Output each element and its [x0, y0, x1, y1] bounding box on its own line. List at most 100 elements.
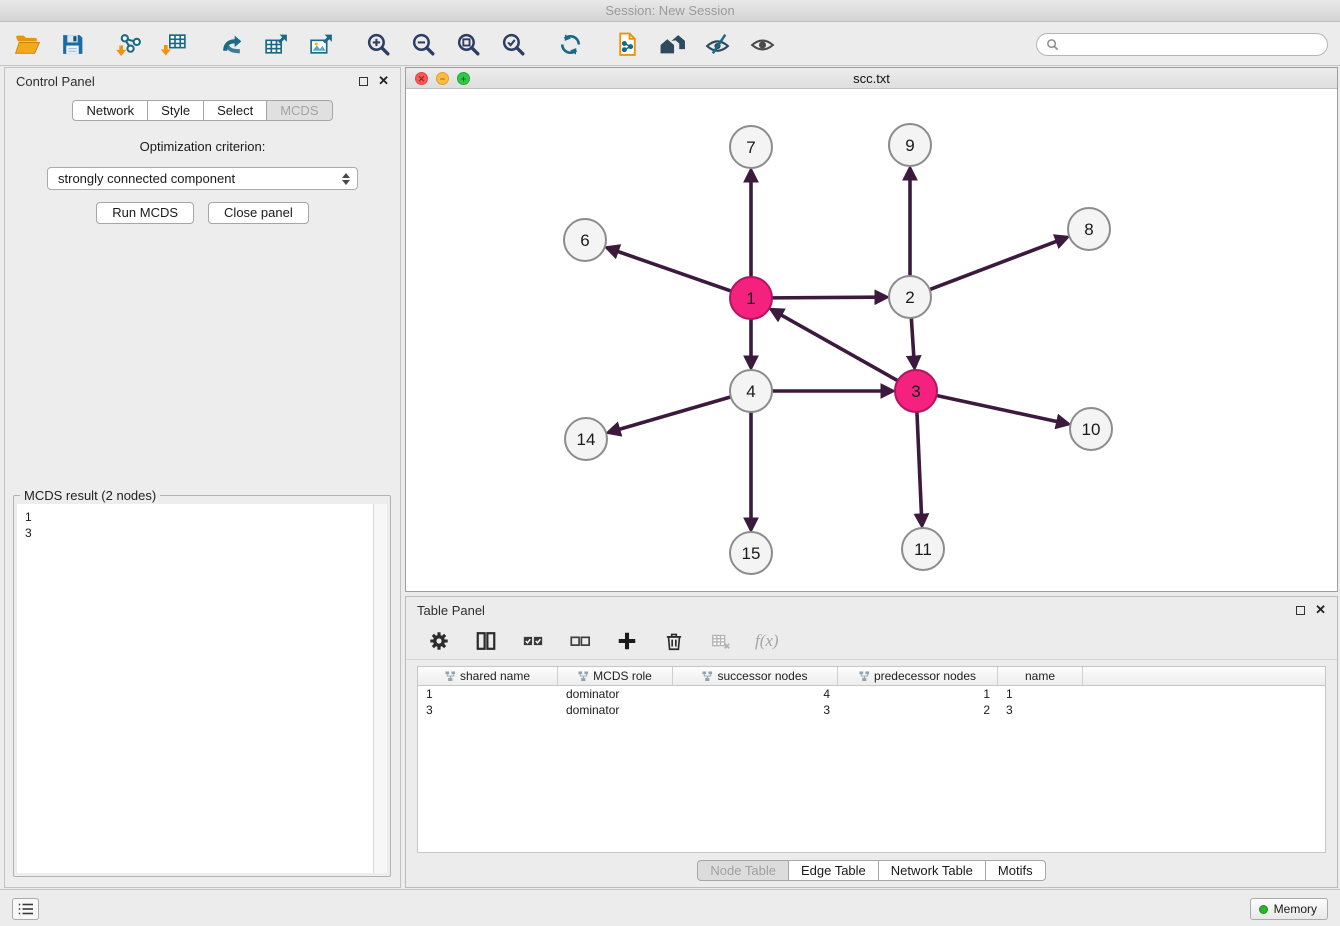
- tab-network[interactable]: Network: [72, 100, 148, 121]
- document-share-icon[interactable]: [612, 29, 642, 59]
- minimize-window-icon[interactable]: −: [436, 72, 449, 85]
- save-session-icon[interactable]: [57, 29, 87, 59]
- table-cell[interactable]: 3: [418, 702, 558, 718]
- mcds-result-text[interactable]: 1 3: [17, 504, 373, 873]
- add-column-icon[interactable]: [614, 628, 640, 654]
- network-canvas[interactable]: 7 9 6 8 1 2 4 3 14 10 15 11: [406, 89, 1337, 591]
- column-header[interactable]: predecessor nodes: [838, 667, 998, 685]
- select-all-icon[interactable]: [520, 628, 546, 654]
- mcds-result-group: MCDS result (2 nodes) 1 3: [13, 495, 391, 877]
- tab-edge-table[interactable]: Edge Table: [788, 860, 879, 881]
- column-header[interactable]: MCDS role: [558, 667, 673, 685]
- eye-icon[interactable]: [747, 29, 777, 59]
- search-input[interactable]: [1064, 37, 1318, 52]
- table-cell[interactable]: 4: [673, 686, 838, 702]
- table-row[interactable]: 1dominator411: [418, 686, 1325, 702]
- tab-style[interactable]: Style: [147, 100, 204, 121]
- graph-edge-3-10[interactable]: [937, 395, 1058, 421]
- column-header[interactable]: successor nodes: [673, 667, 838, 685]
- node-table-body: 1dominator4113dominator323: [418, 686, 1325, 718]
- tab-select[interactable]: Select: [203, 100, 267, 121]
- graph-node-3[interactable]: 3: [895, 370, 937, 412]
- memory-button[interactable]: Memory: [1250, 898, 1328, 920]
- network-graph[interactable]: 7 9 6 8 1 2 4 3 14 10 15 11: [406, 89, 1337, 591]
- column-attr-icon: [859, 671, 870, 682]
- graph-edge-2-8[interactable]: [930, 241, 1058, 289]
- tab-node-table[interactable]: Node Table: [697, 860, 789, 881]
- graph-node-10[interactable]: 10: [1070, 408, 1112, 450]
- show-columns-icon[interactable]: [473, 628, 499, 654]
- run-mcds-button[interactable]: Run MCDS: [96, 202, 194, 224]
- zoom-out-icon[interactable]: [408, 29, 438, 59]
- close-panel-button[interactable]: Close panel: [208, 202, 309, 224]
- graph-edge-4-14[interactable]: [619, 397, 731, 430]
- eye-brush-icon[interactable]: [702, 29, 732, 59]
- control-panel-title: Control Panel: [16, 74, 95, 89]
- refresh-group: [555, 29, 585, 59]
- graph-edge-1-6[interactable]: [617, 251, 731, 291]
- graph-edge-1-2[interactable]: [772, 297, 876, 298]
- close-window-icon[interactable]: ✕: [415, 72, 428, 85]
- refresh-icon[interactable]: [555, 29, 585, 59]
- graph-node-2[interactable]: 2: [889, 276, 931, 318]
- graph-node-14[interactable]: 14: [565, 418, 607, 460]
- tab-mcds[interactable]: MCDS: [266, 100, 332, 121]
- graph-node-1[interactable]: 1: [730, 277, 772, 319]
- main-toolbar: [0, 23, 1340, 66]
- table-row[interactable]: 3dominator323: [418, 702, 1325, 718]
- table-cell[interactable]: 1: [418, 686, 558, 702]
- close-panel-icon[interactable]: ✕: [378, 76, 389, 86]
- search-icon: [1046, 38, 1059, 51]
- graph-node-11[interactable]: 11: [902, 528, 944, 570]
- export-table-icon[interactable]: [261, 29, 291, 59]
- svg-text:1: 1: [746, 289, 755, 308]
- graph-edge-3-11[interactable]: [917, 412, 922, 515]
- svg-text:8: 8: [1084, 220, 1093, 239]
- table-cell[interactable]: dominator: [558, 702, 673, 718]
- column-header[interactable]: shared name: [418, 667, 558, 685]
- import-network-icon[interactable]: [114, 29, 144, 59]
- table-cell[interactable]: 1: [998, 686, 1083, 702]
- memory-status-icon: [1259, 905, 1268, 914]
- maximize-window-icon[interactable]: +: [457, 72, 470, 85]
- table-cell[interactable]: dominator: [558, 686, 673, 702]
- graph-node-8[interactable]: 8: [1068, 208, 1110, 250]
- graph-node-4[interactable]: 4: [730, 370, 772, 412]
- graph-edge-2-3[interactable]: [911, 318, 913, 357]
- table-toolbar: f(x): [406, 623, 1337, 660]
- result-scrollbar[interactable]: [373, 504, 387, 873]
- graph-node-6[interactable]: 6: [564, 219, 606, 261]
- open-file-icon[interactable]: [12, 29, 42, 59]
- graph-node-9[interactable]: 9: [889, 124, 931, 166]
- graph-edge-3-1[interactable]: [781, 315, 898, 381]
- task-history-button[interactable]: [12, 898, 39, 920]
- column-header[interactable]: name: [998, 667, 1083, 685]
- zoom-fit-icon[interactable]: [453, 29, 483, 59]
- zoom-in-icon[interactable]: [363, 29, 393, 59]
- delete-column-icon[interactable]: [661, 628, 687, 654]
- table-cell[interactable]: 1: [838, 686, 998, 702]
- float-table-panel-icon[interactable]: [1296, 606, 1305, 615]
- search-field[interactable]: [1036, 33, 1328, 56]
- float-panel-icon[interactable]: [359, 77, 368, 86]
- import-table-icon[interactable]: [159, 29, 189, 59]
- svg-text:14: 14: [577, 430, 596, 449]
- deselect-all-icon[interactable]: [567, 628, 593, 654]
- table-cell[interactable]: 3: [998, 702, 1083, 718]
- graph-node-7[interactable]: 7: [730, 126, 772, 168]
- home-icon[interactable]: [657, 29, 687, 59]
- tab-motifs[interactable]: Motifs: [985, 860, 1046, 881]
- close-table-panel-icon[interactable]: ✕: [1315, 605, 1326, 615]
- network-window-titlebar: ✕ − + scc.txt: [406, 68, 1337, 89]
- network-arrows-icon[interactable]: [216, 29, 246, 59]
- gear-icon[interactable]: [426, 628, 452, 654]
- graph-node-15[interactable]: 15: [730, 532, 772, 574]
- table-cell[interactable]: 2: [838, 702, 998, 718]
- table-panel-header: Table Panel ✕: [406, 597, 1337, 623]
- export-image-icon[interactable]: [306, 29, 336, 59]
- tab-network-table[interactable]: Network Table: [878, 860, 986, 881]
- svg-text:10: 10: [1082, 420, 1101, 439]
- table-cell[interactable]: 3: [673, 702, 838, 718]
- criterion-dropdown[interactable]: strongly connected component: [47, 167, 358, 190]
- zoom-selected-icon[interactable]: [498, 29, 528, 59]
